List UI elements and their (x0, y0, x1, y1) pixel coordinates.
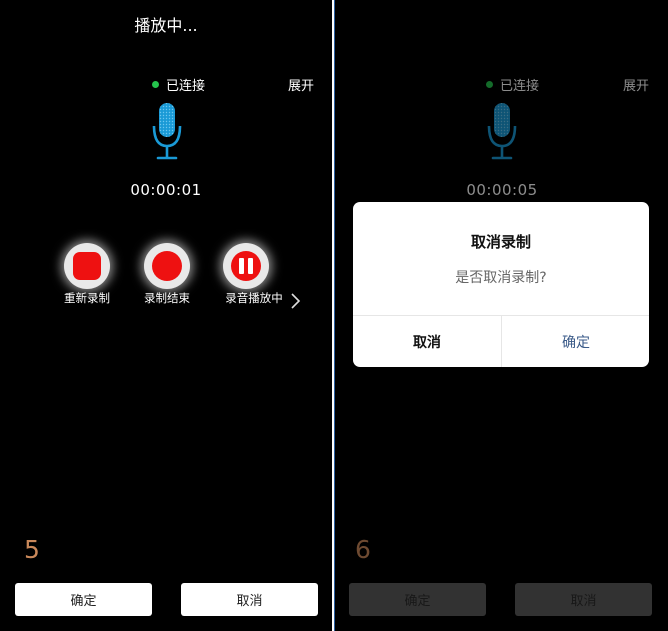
connection-status: 已连接 (152, 75, 205, 94)
rerecord-button[interactable] (64, 243, 110, 289)
dialog-title: 取消录制 (470, 233, 531, 251)
playback-label: 录音播放中 (225, 291, 283, 305)
connected-dot-icon (152, 81, 159, 88)
cancel-recording-dialog: 取消录制 是否取消录制? 取消 确定 (353, 202, 649, 367)
end-recording-button[interactable] (144, 243, 190, 289)
microphone-icon (152, 103, 182, 160)
playback-title: 播放中... (134, 16, 198, 35)
confirm-button[interactable]: 确定 (15, 583, 152, 616)
rerecord-label: 重新录制 (64, 291, 110, 305)
pause-icon (231, 251, 261, 281)
dialog-cancel-button[interactable]: 取消 (353, 316, 501, 367)
dialog-message: 是否取消录制? (455, 270, 547, 286)
chevron-right-icon[interactable] (289, 292, 303, 310)
recording-timer: 00:00:01 (130, 181, 202, 199)
connection-status-label: 已连接 (166, 79, 206, 94)
playback-pause-button[interactable] (223, 243, 269, 289)
end-recording-label: 录制结束 (144, 291, 190, 305)
step-number: 5 (24, 535, 40, 564)
stop-square-icon (73, 252, 101, 280)
left-phone-screen: 播放中... 已连接 展开 00:00:01 重新录制 录制结束 录音播放中 5… (0, 0, 332, 631)
right-phone-screen: 已连接 展开 00:00:05 6 确定 取消 取消录制 是否取消录制? 取消 … (334, 0, 668, 631)
expand-link[interactable]: 展开 (288, 75, 314, 94)
dialog-ok-button[interactable]: 确定 (502, 316, 649, 367)
record-circle-icon (152, 251, 182, 281)
cancel-button[interactable]: 取消 (181, 583, 318, 616)
